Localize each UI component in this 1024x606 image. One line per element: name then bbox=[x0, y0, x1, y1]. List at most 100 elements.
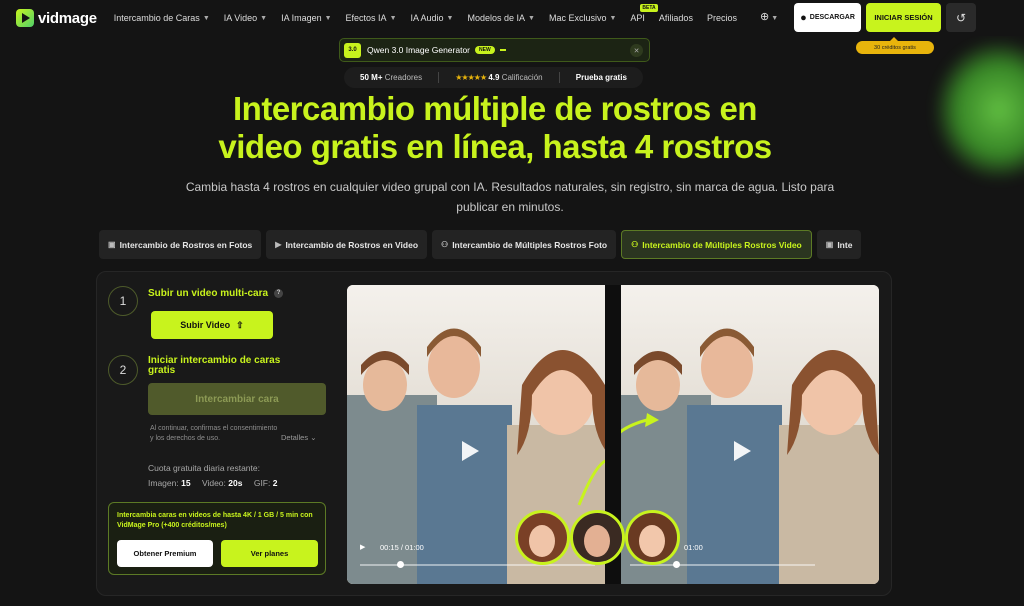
beta-badge: BETA bbox=[640, 4, 658, 12]
brand-logo[interactable]: vidmage bbox=[16, 9, 97, 27]
divider bbox=[558, 72, 560, 83]
progress-track[interactable] bbox=[360, 564, 595, 566]
play-icon[interactable] bbox=[462, 441, 479, 461]
users-icon: ⚇ bbox=[631, 240, 639, 249]
progress-handle[interactable] bbox=[397, 561, 404, 568]
nav-item-api[interactable]: API BETA bbox=[630, 4, 658, 23]
chevron-down-icon: ▼ bbox=[446, 14, 454, 22]
nav-item-label: IA Imagen bbox=[281, 13, 322, 23]
swap-face-button[interactable]: Intercambiar cara bbox=[148, 383, 326, 415]
image-icon: ▣ bbox=[108, 240, 116, 249]
promo-banner[interactable]: 3.0 Qwen 3.0 Image Generator NEW ✕ bbox=[339, 38, 650, 62]
tab-label: Intercambio de Múltiples Rostros Video bbox=[642, 239, 802, 250]
step-number: 2 bbox=[108, 355, 138, 385]
subtitle-line: Cambia hasta 4 rostros en cualquier vide… bbox=[185, 180, 835, 194]
promo-version-tag: 3.0 bbox=[344, 42, 361, 58]
view-plans-button[interactable]: Ver planes bbox=[221, 540, 318, 567]
nav-item-pricing[interactable]: Precios bbox=[707, 13, 737, 23]
nav-item-ai-models[interactable]: Modelos de IA ▼ bbox=[467, 13, 534, 23]
details-toggle[interactable]: Detalles ⌄ bbox=[281, 433, 317, 442]
nav-item-mac-exclusive[interactable]: Mac Exclusivo ▼ bbox=[549, 13, 616, 23]
plans-label: Ver planes bbox=[250, 549, 289, 558]
page-subtitle: Cambia hasta 4 rostros en cualquier vide… bbox=[130, 177, 890, 217]
face-icon bbox=[573, 513, 622, 562]
step-title-text: gratis bbox=[148, 365, 176, 376]
face-icon bbox=[518, 513, 567, 562]
chevron-down-icon: ▼ bbox=[260, 14, 268, 22]
creators-label: Creadores bbox=[384, 73, 423, 82]
nav-item-label: IA Video bbox=[223, 13, 258, 23]
swap-label: Intercambiar cara bbox=[195, 393, 279, 405]
face-thumbnail[interactable] bbox=[515, 510, 570, 565]
tab-label: Inte bbox=[837, 239, 853, 250]
promo-title: Qwen 3.0 Image Generator bbox=[367, 45, 471, 55]
upload-video-button[interactable]: Subir Video ⇧ bbox=[151, 311, 273, 339]
face-thumbnail[interactable] bbox=[570, 510, 625, 565]
logo-icon bbox=[16, 9, 34, 27]
help-icon[interactable]: ? bbox=[274, 289, 284, 298]
globe-icon: ⊕ bbox=[760, 11, 770, 23]
nav-item-label: Modelos de IA bbox=[467, 13, 526, 23]
chevron-down-icon: ⌄ bbox=[310, 433, 317, 442]
nav-item-label: Mac Exclusivo bbox=[548, 13, 607, 23]
face-icon bbox=[628, 513, 677, 562]
nav-item-label: IA Audio bbox=[410, 13, 444, 23]
rating-value: 4.9 bbox=[488, 73, 500, 82]
left-timecode: 00:15 / 01:00 bbox=[380, 543, 424, 552]
login-label: INICIAR SESIÓN bbox=[874, 13, 933, 22]
apple-icon: ● bbox=[800, 11, 807, 24]
tab-more[interactable]: ▣ Inte bbox=[816, 230, 862, 259]
new-badge: NEW bbox=[475, 46, 495, 54]
video-preview[interactable]: ▶ 00:15 / 01:00 01:00 bbox=[347, 285, 879, 584]
title-line: Intercambio múltiple de rostros en bbox=[233, 90, 757, 127]
quota-video-label: Video: bbox=[201, 478, 226, 488]
nav-item-affiliates[interactable]: Afiliados bbox=[659, 13, 693, 23]
quota-gif-label: GIF: bbox=[253, 478, 271, 488]
progress-handle[interactable] bbox=[673, 561, 680, 568]
tab-photo-face-swap[interactable]: ▣ Intercambio de Rostros en Fotos bbox=[99, 230, 262, 259]
nav-item-label: Precios bbox=[706, 13, 737, 23]
quota-gif-value: 2 bbox=[272, 478, 278, 488]
login-button[interactable]: INICIAR SESIÓN bbox=[866, 3, 941, 32]
users-icon: ⚇ bbox=[441, 240, 449, 249]
nav-item-face-swap[interactable]: Intercambio de Caras ▼ bbox=[114, 13, 210, 23]
download-button[interactable]: ● DESCARGAR bbox=[794, 3, 861, 32]
language-selector[interactable]: ⊕ ▼ bbox=[760, 10, 778, 23]
star-rating-icon: ★★★★★ bbox=[455, 73, 487, 82]
history-button[interactable]: ↺ bbox=[946, 3, 976, 32]
pro-upsell-text: Intercambia caras en videos de hasta 4K … bbox=[117, 512, 313, 529]
nav-item-ai-audio[interactable]: IA Audio ▼ bbox=[411, 13, 454, 23]
image-icon: ▣ bbox=[825, 240, 834, 249]
credits-label: 30 créditos gratis bbox=[874, 44, 916, 51]
consent-text: Al continuar, confirmas el consentimient… bbox=[150, 425, 278, 442]
tab-multi-photo-face-swap[interactable]: ⚇ Intercambio de Múltiples Rostros Foto bbox=[432, 230, 617, 259]
quota-values: Imagen: 15 Video: 20s GIF: 2 bbox=[148, 478, 286, 488]
page-title: Intercambio múltiple de rostros en video… bbox=[100, 90, 890, 166]
play-icon[interactable] bbox=[734, 441, 751, 461]
free-credits-badge: 30 créditos gratis bbox=[856, 37, 934, 54]
title-line: video gratis en línea, hasta 4 rostros bbox=[218, 128, 772, 165]
step1-title: Subir un video multi-cara? bbox=[148, 288, 284, 300]
tab-video-face-swap[interactable]: ▶ Intercambio de Rostros en Video bbox=[266, 230, 428, 259]
decorative-glow bbox=[934, 40, 1024, 180]
chevron-down-icon: ▼ bbox=[389, 14, 397, 22]
nav-item-label: API bbox=[630, 13, 645, 23]
nav-item-ai-video[interactable]: IA Video ▼ bbox=[224, 13, 267, 23]
nav-item-label: Intercambio de Caras bbox=[113, 13, 200, 23]
tab-label: Intercambio de Rostros en Fotos bbox=[119, 239, 253, 250]
get-premium-button[interactable]: Obtener Premium bbox=[117, 540, 213, 567]
step-title-text: Subir un video multi-cara bbox=[148, 288, 269, 300]
face-thumbnail[interactable] bbox=[625, 510, 680, 565]
brand-name: vidmage bbox=[38, 9, 97, 27]
play-icon[interactable]: ▶ bbox=[360, 543, 365, 551]
chevron-down-icon: ▼ bbox=[324, 14, 332, 22]
nav-menu: Intercambio de Caras ▼ IA Video ▼ IA Image… bbox=[107, 4, 744, 23]
tab-multi-video-face-swap[interactable]: ⚇ Intercambio de Múltiples Rostros Video bbox=[621, 230, 812, 259]
divider bbox=[438, 72, 440, 83]
close-icon[interactable]: ✕ bbox=[630, 44, 643, 57]
nav-item-ai-image[interactable]: IA Imagen ▼ bbox=[281, 13, 331, 23]
nav-item-ai-effects[interactable]: Efectos IA ▼ bbox=[346, 13, 397, 23]
chevron-down-icon: ▼ bbox=[609, 14, 617, 22]
quota-image-value: 15 bbox=[181, 478, 191, 488]
right-timecode: 01:00 bbox=[684, 543, 703, 552]
